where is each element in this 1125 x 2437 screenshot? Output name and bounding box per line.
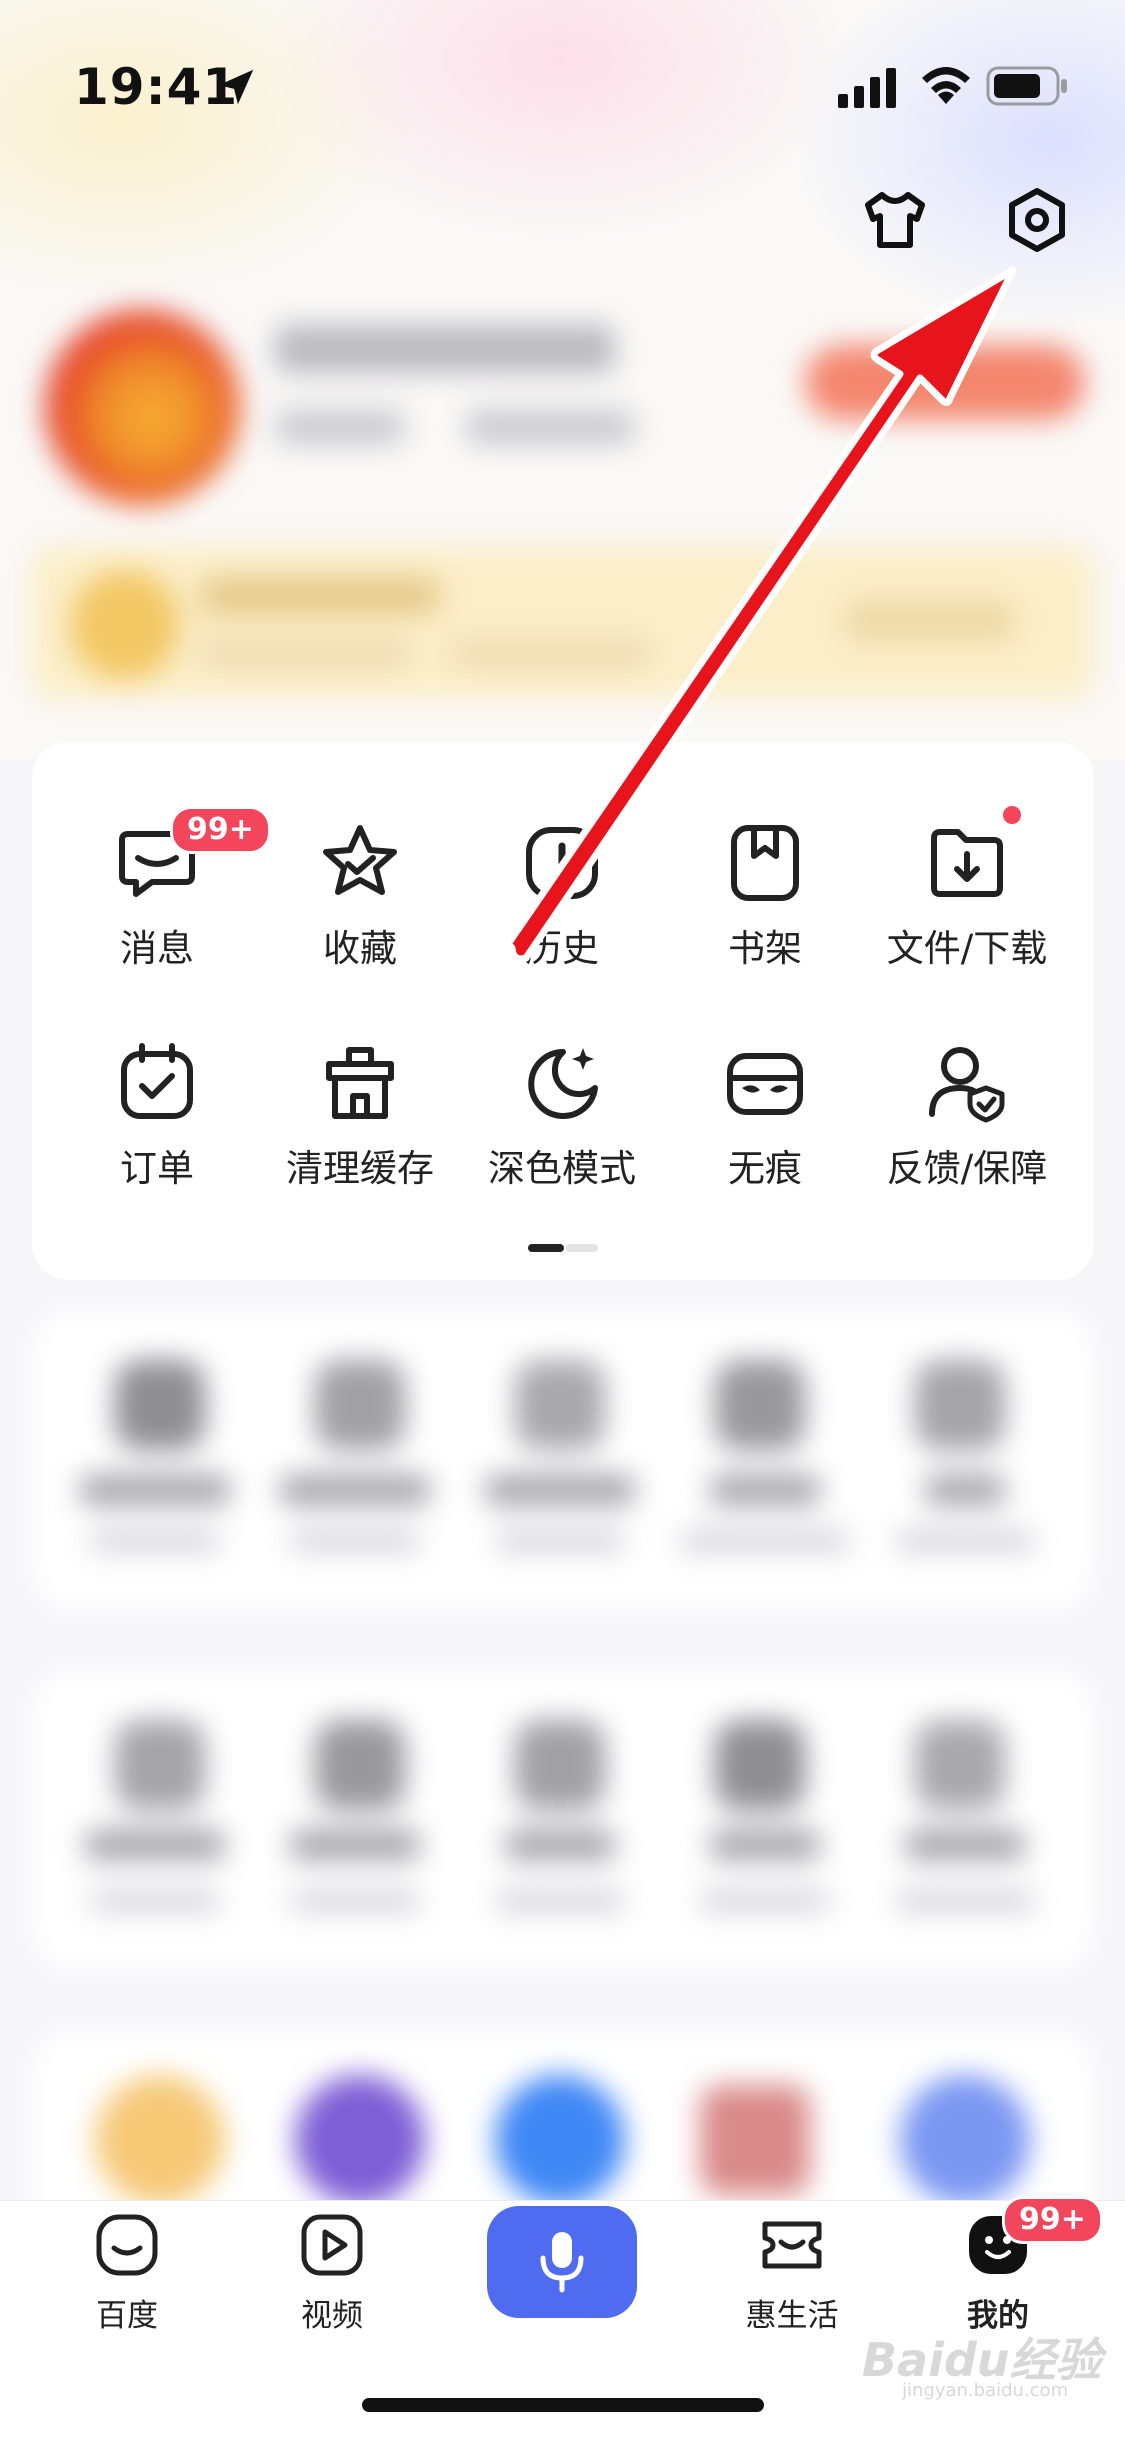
tool-files-downloads[interactable]: 文件/下载 bbox=[867, 820, 1067, 970]
tab-label: 惠生活 bbox=[745, 2298, 839, 2334]
baidu-home-icon bbox=[96, 2214, 158, 2276]
bookshelf-icon bbox=[731, 825, 799, 901]
files-dot-badge bbox=[1003, 806, 1021, 824]
cellular-signal-icon bbox=[838, 68, 896, 108]
tool-favorites[interactable]: 收藏 bbox=[260, 820, 460, 970]
pager-dot bbox=[566, 1244, 598, 1252]
voice-search-button[interactable] bbox=[487, 2206, 637, 2318]
history-icon bbox=[526, 827, 598, 899]
tool-label: 反馈/保障 bbox=[886, 1147, 1048, 1190]
tool-label: 收藏 bbox=[323, 927, 397, 970]
mask-icon bbox=[727, 1053, 803, 1115]
star-icon bbox=[323, 825, 397, 895]
user-shield-icon bbox=[929, 1047, 1005, 1123]
tool-feedback[interactable]: 反馈/保障 bbox=[867, 1040, 1067, 1190]
tool-bookshelf[interactable]: 书架 bbox=[665, 820, 865, 970]
video-play-icon bbox=[301, 2214, 363, 2276]
tool-label: 书架 bbox=[728, 927, 802, 970]
watermark-url: jingyan.baidu.com bbox=[902, 2380, 1069, 2401]
message-badge: 99+ bbox=[170, 806, 271, 854]
tool-label: 订单 bbox=[120, 1147, 194, 1190]
moon-icon bbox=[528, 1048, 598, 1119]
avatar[interactable] bbox=[45, 310, 240, 505]
tool-history[interactable]: 历史 bbox=[462, 820, 662, 970]
microphone-icon bbox=[540, 2232, 584, 2293]
tool-label: 深色模式 bbox=[488, 1147, 636, 1190]
tshirt-icon[interactable] bbox=[860, 185, 930, 255]
tab-video[interactable]: 视频 bbox=[242, 2212, 422, 2342]
tool-label: 清理缓存 bbox=[286, 1147, 434, 1190]
tool-label: 文件/下载 bbox=[886, 927, 1048, 970]
tool-orders[interactable]: 订单 bbox=[57, 1040, 257, 1190]
ticket-icon bbox=[762, 2221, 822, 2269]
tool-dark-mode[interactable]: 深色模式 bbox=[462, 1040, 662, 1190]
tab-label: 视频 bbox=[301, 2298, 363, 2334]
download-folder-icon bbox=[931, 829, 1003, 897]
tool-label: 无痕 bbox=[728, 1147, 802, 1190]
tool-label: 历史 bbox=[525, 927, 599, 970]
tab-hui-life[interactable]: 惠生活 bbox=[702, 2212, 882, 2342]
tab-label: 百度 bbox=[96, 2298, 158, 2334]
clean-cache-icon bbox=[326, 1047, 394, 1119]
home-indicator bbox=[362, 2398, 764, 2412]
tool-label: 消息 bbox=[120, 927, 194, 970]
tool-incognito[interactable]: 无痕 bbox=[665, 1040, 865, 1190]
status-bar: 19:41 bbox=[0, 0, 1125, 150]
battery-icon bbox=[986, 66, 1067, 106]
gear-icon[interactable] bbox=[1002, 185, 1072, 255]
tool-clean-cache[interactable]: 清理缓存 bbox=[260, 1040, 460, 1190]
tab-baidu[interactable]: 百度 bbox=[37, 2212, 217, 2342]
vip-pill[interactable] bbox=[805, 345, 1085, 420]
order-calendar-icon bbox=[121, 1043, 193, 1119]
pager-dot-active bbox=[528, 1244, 564, 1252]
wifi-icon bbox=[922, 67, 970, 104]
mine-badge: 99+ bbox=[1002, 2196, 1103, 2244]
location-arrow-icon bbox=[218, 69, 254, 105]
